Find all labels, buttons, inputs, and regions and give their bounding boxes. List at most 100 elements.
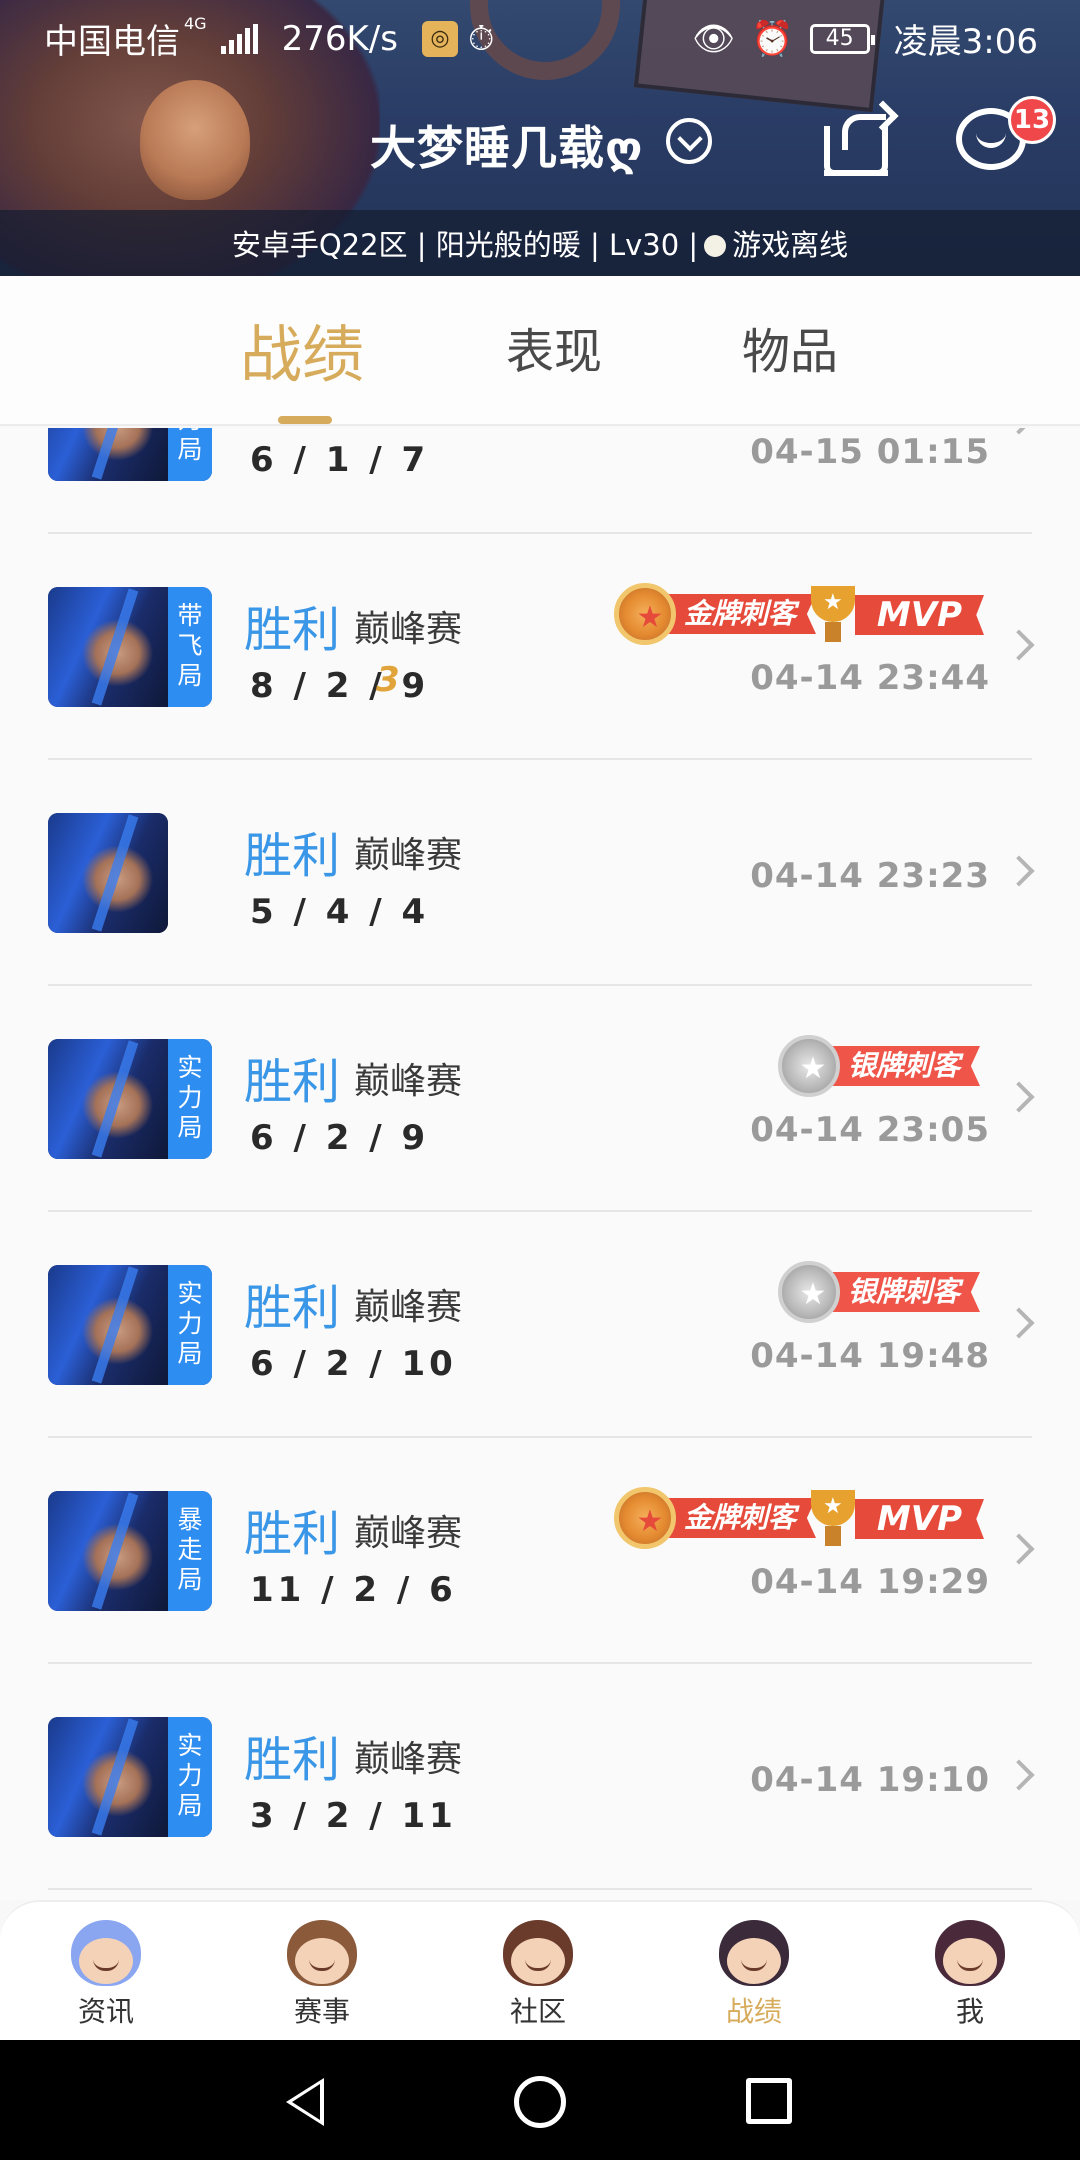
signal-icon (220, 23, 258, 54)
chevron-down-circle-icon[interactable] (666, 118, 712, 164)
nav-label: 社区 (509, 1995, 566, 2028)
hero-portrait (48, 1265, 168, 1385)
medal-label: 金牌刺客 (663, 594, 816, 634)
medal-icon (613, 1487, 681, 1554)
nav-community[interactable]: 社区 (468, 1920, 608, 2030)
app-notification-icon: ◎ (421, 20, 458, 57)
match-tag: 实力局 (168, 1717, 212, 1837)
tab-record[interactable]: 战绩 (240, 304, 364, 394)
system-navigation-bar (0, 2040, 1080, 2160)
chevron-right-icon (1003, 1307, 1035, 1339)
medal-icon (613, 583, 681, 650)
nav-avatar-icon (71, 1920, 141, 1986)
carrier-label: 中国电信 (44, 22, 180, 62)
nav-me[interactable]: 我 (900, 1920, 1040, 2030)
match-tag: 实力局 (168, 1039, 212, 1159)
hero-portrait (48, 1717, 168, 1837)
match-tag: 带飞局 (168, 587, 212, 707)
match-mode: 巅峰赛 (354, 1513, 463, 1554)
hero-portrait (48, 1039, 168, 1159)
match-tag: 暴走局 (168, 1491, 212, 1611)
match-row[interactable]: 胜利 巅峰赛 5 / 4 / 4 04-14 23:23 (0, 760, 1080, 986)
status-bar: 中国电信 4G 276K/s ◎ ⏱ 👁 ⏰ 45 凌晨3:06 (0, 0, 1080, 72)
hero-avatar: 实力局 (48, 1265, 212, 1385)
medal-icon (777, 1035, 844, 1101)
back-icon[interactable] (286, 2078, 324, 2126)
chevron-right-icon (1003, 428, 1035, 435)
kda-score: 11 / 2 / 6 (250, 1570, 457, 1610)
trophy-icon (805, 586, 861, 644)
match-tag: 实力局 (168, 428, 212, 481)
match-mode: 巅峰赛 (354, 1287, 463, 1328)
kda-score: 6 / 2 / 10 (250, 1344, 457, 1384)
medal-badge: 金牌刺客 (613, 1487, 816, 1554)
share-button[interactable] (820, 100, 899, 178)
hero-portrait (48, 1491, 168, 1611)
hero-portrait (48, 428, 168, 481)
profile-server-info: 安卓手Q22区 | 阳光般的暖 | Lv30 | (231, 228, 699, 262)
nav-news[interactable]: 资讯 (36, 1920, 176, 2030)
mvp-label: MVP (854, 595, 984, 635)
tab-performance[interactable]: 表现 (506, 312, 602, 382)
row-divider (48, 1888, 1032, 1890)
hero-avatar: 暴走局 (48, 1491, 212, 1611)
match-row[interactable]: 实力局胜利巅峰赛 6 / 2 / 9 银牌刺客 04-14 23:05 (0, 986, 1080, 1212)
match-row[interactable]: 实力局胜利 巅峰赛 3 / 2 / 11 04-14 19:10 (0, 1664, 1080, 1890)
alarm-icon: ⏰ (751, 18, 794, 59)
nav-label: 我 (955, 1995, 984, 2028)
recents-icon[interactable] (746, 2078, 792, 2124)
chevron-right-icon (1003, 1081, 1035, 1113)
hero-avatar: 实力局 (48, 428, 212, 481)
kda-score: 6 / 2 / 9 (250, 1118, 430, 1158)
match-mode: 巅峰赛 (354, 1739, 463, 1780)
match-time: 04-14 19:10 (750, 1760, 990, 1800)
battery-icon: 45 (809, 23, 875, 54)
match-row[interactable]: 实力局胜利排位赛6 / 1 / 7银牌法师04-15 01:15 (0, 428, 1080, 534)
nav-label: 战绩 (725, 1995, 782, 2028)
streak-count: 3 (376, 660, 400, 700)
hero-avatar: 带飞局 (48, 587, 212, 707)
match-list[interactable]: 实力局胜利排位赛6 / 1 / 7银牌法师04-15 01:15带飞局胜利巅峰赛… (0, 428, 1080, 1900)
match-mode: 巅峰赛 (354, 609, 463, 650)
medal-label: 金牌刺客 (663, 1498, 816, 1538)
kda-score: 3 / 2 / 11 (250, 1796, 457, 1836)
match-time: 04-14 19:29 (750, 1562, 990, 1602)
online-status: 游戏离线 (732, 228, 849, 262)
nav-record[interactable]: 战绩 (684, 1920, 824, 2030)
match-tag: 实力局 (168, 1265, 212, 1385)
medal-icon (777, 1261, 844, 1327)
match-row[interactable]: 带飞局胜利巅峰赛 8 / 2 / 93 金牌刺客 MVP 04-14 23:44 (0, 534, 1080, 760)
nav-avatar-icon (503, 1920, 573, 1986)
profile-info-line: 安卓手Q22区 | 阳光般的暖 | Lv30 | 游戏离线 (0, 222, 1080, 264)
status-dot-icon (704, 235, 727, 257)
nav-label: 资讯 (77, 1995, 134, 2028)
tab-items[interactable]: 物品 (742, 312, 838, 382)
nav-avatar-icon (287, 1920, 357, 1986)
match-time: 04-15 01:15 (750, 432, 990, 472)
match-result: 胜利 (244, 828, 341, 884)
chevron-right-icon (1003, 629, 1035, 661)
match-mode: 巅峰赛 (354, 835, 463, 876)
nav-events[interactable]: 赛事 (252, 1920, 392, 2030)
network-type: 4G (184, 14, 207, 33)
match-row[interactable]: 暴走局胜利巅峰赛 11 / 2 / 6 金牌刺客 MVP 04-14 19:29 (0, 1438, 1080, 1664)
nav-avatar-icon (935, 1920, 1005, 1986)
network-speed: 276K/s (281, 18, 398, 59)
match-mode: 巅峰赛 (354, 1061, 463, 1102)
match-row[interactable]: 实力局胜利巅峰赛 6 / 2 / 10 银牌刺客 04-14 19:48 (0, 1212, 1080, 1438)
active-tab-indicator (278, 416, 332, 424)
kda-score: 6 / 1 / 7 (250, 440, 430, 480)
kda-score: 5 / 4 / 4 (250, 892, 430, 932)
home-icon[interactable] (514, 2076, 566, 2128)
medal-label: 银牌刺客 (827, 1272, 980, 1312)
chevron-right-icon (1003, 1759, 1035, 1791)
match-time: 04-14 23:05 (750, 1110, 990, 1150)
hero-avatar (48, 813, 168, 933)
profile-name[interactable]: 大梦睡几载ღ (370, 112, 643, 178)
eye-icon: 👁 (692, 18, 736, 59)
kda-score: 8 / 2 / 9 (250, 666, 430, 706)
match-time: 04-14 23:23 (750, 856, 990, 896)
medal-badge: 银牌刺客 (777, 1261, 980, 1327)
match-result: 胜利 (244, 602, 341, 658)
hero-avatar: 实力局 (48, 1039, 212, 1159)
